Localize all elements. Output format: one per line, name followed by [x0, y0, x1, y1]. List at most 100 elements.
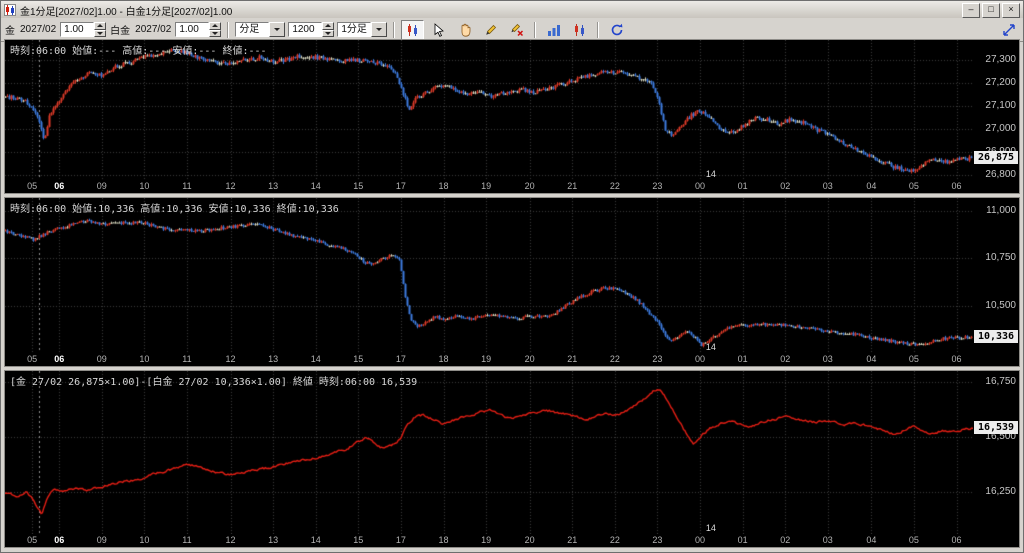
bar-chart-button[interactable] — [542, 20, 565, 40]
time-axis-label: 02 — [777, 354, 793, 364]
candle-settings-icon — [406, 23, 420, 37]
time-axis-label: 05 — [906, 354, 922, 364]
time-axis-label: 01 — [735, 354, 751, 364]
charts-area: 時刻:06:00 始値:--- 高値:--- 安値:--- 終値:--- 27,… — [4, 39, 1020, 548]
spin-down-icon[interactable] — [322, 30, 334, 38]
time-axis-label: 19 — [478, 181, 494, 191]
timeframe-dropdown[interactable]: 1分足 — [337, 22, 387, 37]
time-axis: 0506091011121314151718192021222300010203… — [5, 180, 973, 193]
time-axis-label: 20 — [522, 181, 538, 191]
gold-candlestick-plot[interactable] — [5, 40, 973, 180]
time-axis-label: 15 — [350, 181, 366, 191]
time-axis-label: 10 — [136, 535, 152, 545]
time-axis-label: 04 — [863, 181, 879, 191]
time-axis-label: 13 — [265, 181, 281, 191]
platinum-ratio-field[interactable]: 1.00 — [175, 22, 209, 37]
time-axis-label: 12 — [223, 354, 239, 364]
time-axis-label: 05 — [24, 181, 40, 191]
minimize-button[interactable]: – — [962, 3, 980, 18]
pointer-icon — [432, 23, 446, 37]
toolbar-separator — [597, 22, 599, 38]
price-axis-label: 27,000 — [985, 123, 1016, 134]
time-axis-label: 04 — [863, 354, 879, 364]
pencil-icon — [484, 23, 498, 37]
time-axis-label: 12 — [223, 535, 239, 545]
candle-settings-button[interactable] — [401, 20, 424, 40]
candlestick-chart-icon — [573, 23, 587, 37]
bar-count-field[interactable]: 1200 — [288, 22, 322, 37]
title-bar[interactable]: 金1分足[2027/02]1.00 - 白金1分足[2027/02]1.00 –… — [1, 1, 1023, 18]
ohlc-info-text: 時刻:06:00 始値:10,336 高値:10,336 安値:10,336 終… — [10, 200, 339, 215]
bar-count-stepper[interactable]: 1200 — [288, 22, 334, 37]
time-axis-label: 17 — [393, 354, 409, 364]
chevron-down-icon[interactable] — [269, 22, 285, 37]
price-axis-label: 11,000 — [986, 205, 1016, 216]
time-axis-label: 23 — [649, 354, 665, 364]
platinum-candlestick-plot[interactable] — [5, 198, 973, 353]
refresh-icon — [610, 23, 624, 37]
time-axis-label: 23 — [649, 535, 665, 545]
gold-ratio-field[interactable]: 1.00 — [60, 22, 94, 37]
time-axis-label: 02 — [777, 181, 793, 191]
time-axis-label: 03 — [820, 181, 836, 191]
time-axis-label: 04 — [863, 535, 879, 545]
pencil-delete-icon — [510, 23, 524, 37]
period-type-dropdown[interactable]: 分足 — [235, 22, 285, 37]
pan-tool-button[interactable] — [453, 20, 476, 40]
spread-line-plot[interactable] — [5, 371, 973, 534]
pointer-tool-button[interactable] — [427, 20, 450, 40]
time-axis: 0506091011121314151718192021222300010203… — [5, 353, 973, 366]
close-button[interactable]: × — [1002, 3, 1020, 18]
time-axis-label: 06 — [51, 181, 67, 191]
period-type-value[interactable]: 分足 — [235, 22, 269, 37]
time-axis-label: 22 — [607, 181, 623, 191]
time-axis-label: 11 — [179, 181, 195, 191]
bar-chart-icon — [547, 23, 561, 37]
time-axis-label: 13 — [265, 535, 281, 545]
last-price-badge: 10,336 — [974, 330, 1018, 343]
timeframe-value[interactable]: 1分足 — [337, 22, 371, 37]
time-axis-label: 06 — [51, 535, 67, 545]
gold-ratio-stepper[interactable]: 1.00 — [60, 22, 106, 37]
time-axis-label: 14 — [308, 535, 324, 545]
time-axis-label: 00 — [692, 354, 708, 364]
platinum-contract-label: 2027/02 — [135, 24, 171, 35]
spin-down-icon[interactable] — [209, 30, 221, 38]
time-axis-label: 10 — [136, 181, 152, 191]
toolbar-separator — [393, 22, 395, 38]
expand-window-button[interactable] — [997, 20, 1020, 40]
spin-up-icon[interactable] — [209, 22, 221, 30]
draw-line-button[interactable] — [479, 20, 502, 40]
date-label: 14 — [706, 169, 716, 179]
maximize-button[interactable]: □ — [982, 3, 1000, 18]
last-price-badge: 26,875 — [974, 151, 1018, 164]
delete-drawing-button[interactable] — [505, 20, 528, 40]
time-axis-label: 05 — [906, 535, 922, 545]
chevron-down-icon[interactable] — [371, 22, 387, 37]
time-axis-label: 21 — [564, 181, 580, 191]
spin-up-icon[interactable] — [322, 22, 334, 30]
time-axis-label: 15 — [350, 354, 366, 364]
time-axis-label: 17 — [393, 535, 409, 545]
time-axis-label: 06 — [949, 535, 965, 545]
last-price-badge: 16,539 — [974, 421, 1018, 434]
time-axis-label: 22 — [607, 354, 623, 364]
price-axis-label: 27,100 — [985, 100, 1016, 111]
platinum-ratio-stepper[interactable]: 1.00 — [175, 22, 221, 37]
candlestick-chart-button[interactable] — [568, 20, 591, 40]
time-axis-label: 18 — [436, 181, 452, 191]
spin-down-icon[interactable] — [94, 30, 106, 38]
time-axis-label: 05 — [24, 354, 40, 364]
time-axis-label: 03 — [820, 354, 836, 364]
gold-contract-label: 2027/02 — [20, 24, 56, 35]
time-axis-label: 23 — [649, 181, 665, 191]
price-axis-label: 16,250 — [985, 486, 1016, 497]
time-axis-label: 19 — [478, 535, 494, 545]
time-axis-label: 09 — [94, 354, 110, 364]
platinum-label: 白金 — [110, 22, 130, 37]
refresh-button[interactable] — [605, 20, 628, 40]
time-axis-label: 12 — [223, 181, 239, 191]
time-axis-label: 19 — [478, 354, 494, 364]
time-axis-label: 22 — [607, 535, 623, 545]
spin-up-icon[interactable] — [94, 22, 106, 30]
